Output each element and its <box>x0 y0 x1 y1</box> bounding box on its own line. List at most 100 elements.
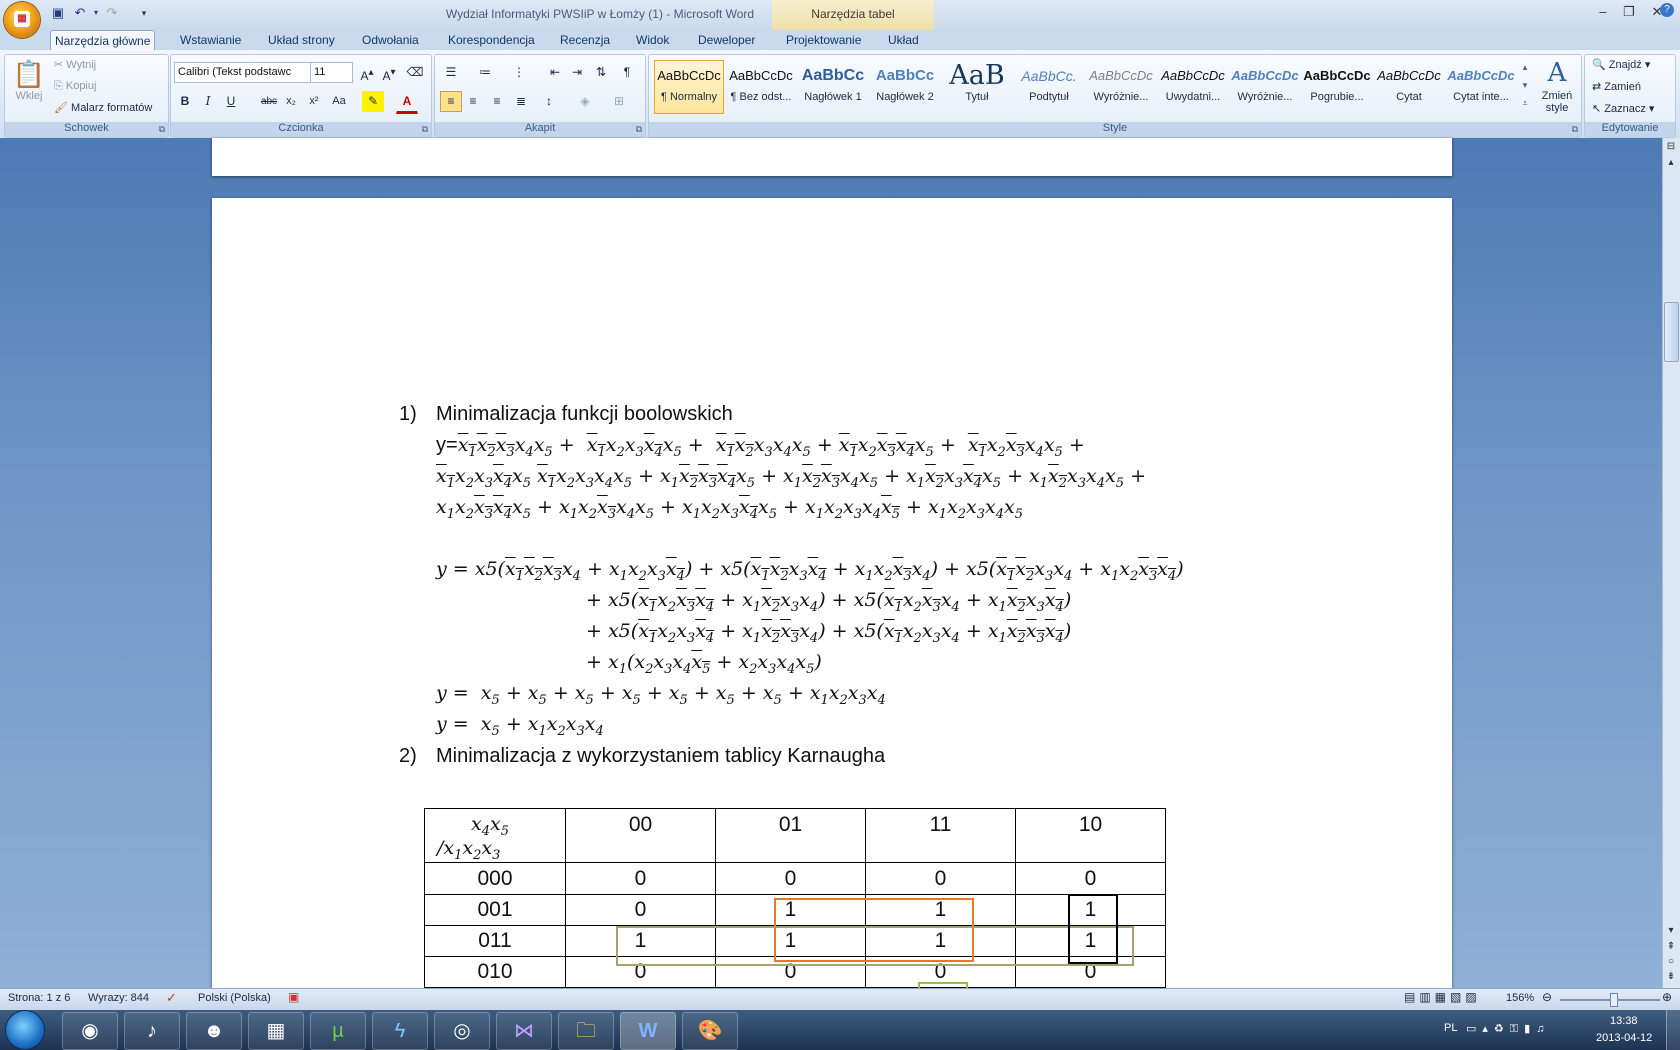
tab-home[interactable]: Narzędzia główne <box>50 30 156 51</box>
font-color-icon[interactable]: A <box>396 91 418 114</box>
grow-font-icon[interactable]: A▴ <box>356 62 378 83</box>
clear-format-icon[interactable]: ⌫ <box>404 62 426 83</box>
style-heading-2[interactable]: AaBbCc Nagłówek 2 <box>870 60 940 114</box>
zoom-out-icon[interactable]: ⊖ <box>1542 990 1552 1004</box>
font-size-combo[interactable]: 11 <box>310 62 353 83</box>
style-subtitle[interactable]: AaBbCc. Podtytuł <box>1014 60 1084 114</box>
scroll-thumb[interactable] <box>1664 302 1679 362</box>
word-count[interactable]: Wyrazy: 844 <box>88 992 149 1004</box>
tray-icons[interactable]: ▭▴♻⚿▮♫ <box>1466 1022 1550 1036</box>
select-button[interactable]: ↖ Zaznacz ▾ <box>1592 99 1654 119</box>
align-left-icon[interactable]: ≡ <box>440 91 462 112</box>
find-button[interactable]: 🔍 Znajdź ▾ <box>1592 55 1650 75</box>
style-subtle-emphasis[interactable]: AaBbCcDc Wyróżnie... <box>1086 60 1156 114</box>
tab-view[interactable]: Widok <box>632 30 673 50</box>
zoom-level[interactable]: 156% <box>1506 992 1534 1004</box>
change-styles-button[interactable]: A Zmień style <box>1538 56 1576 114</box>
styles-gallery-scroll[interactable]: ▴ ▾ ⩡ <box>1518 58 1532 112</box>
numbering-icon[interactable]: ≔ <box>474 62 496 83</box>
explorer-icon[interactable]: 🗀 <box>558 1012 614 1050</box>
media-player-icon[interactable]: ◎ <box>434 1012 490 1050</box>
zoom-slider-thumb[interactable] <box>1610 993 1618 1007</box>
highlight-icon[interactable]: ✎ <box>362 91 384 112</box>
tab-layout[interactable]: Układ <box>884 30 923 50</box>
minimize-button[interactable]: – <box>1590 2 1616 22</box>
language-bar[interactable]: PL <box>1444 1022 1457 1034</box>
clock-time[interactable]: 13:38 <box>1610 1015 1638 1027</box>
tab-insert[interactable]: Wstawianie <box>176 30 245 50</box>
word-icon[interactable]: W <box>620 1012 676 1050</box>
sort-icon[interactable]: ⇅ <box>590 62 612 83</box>
decrease-indent-icon[interactable]: ⇤ <box>544 62 566 83</box>
zoom-in-icon[interactable]: ⊕ <box>1662 990 1672 1004</box>
paint-icon[interactable]: 🎨 <box>682 1012 738 1050</box>
replace-button[interactable]: ⇄ Zamień <box>1592 77 1641 97</box>
proofing-icon[interactable]: ✓ <box>166 990 177 1006</box>
bullets-icon[interactable]: ☰ <box>440 62 462 83</box>
change-case-icon[interactable]: Aa <box>328 91 350 112</box>
winamp-icon[interactable]: ♪ <box>124 1012 180 1050</box>
start-button[interactable] <box>6 1011 44 1049</box>
style-normal[interactable]: AaBbCcDc ¶ Normalny <box>654 60 724 114</box>
maximize-button[interactable]: ❐ <box>1616 2 1642 22</box>
clock-date[interactable]: 2013-04-12 <box>1596 1032 1652 1044</box>
copy-button[interactable]: ⎘ Kopiuj <box>54 76 96 96</box>
dialog-launcher-icon[interactable]: ⧉ <box>422 124 428 135</box>
scroll-up-icon[interactable]: ▴ <box>1664 156 1678 170</box>
increase-indent-icon[interactable]: ⇥ <box>566 62 588 83</box>
tab-design[interactable]: Projektowanie <box>782 30 865 50</box>
style-quote[interactable]: AaBbCcDc Cytat <box>1374 60 1444 114</box>
paste-button[interactable]: 📋 Wklej <box>12 58 46 102</box>
visual-studio-icon[interactable]: ⋈ <box>496 1012 552 1050</box>
tab-developer[interactable]: Deweloper <box>694 30 759 50</box>
superscript-icon[interactable]: x² <box>303 91 325 112</box>
page-count[interactable]: Strona: 1 z 6 <box>8 992 70 1004</box>
utorrent-icon[interactable]: µ <box>310 1012 366 1050</box>
macro-record-icon[interactable]: ▣ <box>288 990 299 1004</box>
justify-icon[interactable]: ≣ <box>510 91 532 112</box>
ruler-toggle-icon[interactable]: ⊟ <box>1664 140 1678 154</box>
scroll-down-icon[interactable]: ▾ <box>1664 924 1678 938</box>
style-intense-emphasis[interactable]: AaBbCcDc Wyróżnie... <box>1230 60 1300 114</box>
alien-app-icon[interactable]: ☻ <box>186 1012 242 1050</box>
font-name-combo[interactable]: Calibri (Tekst podstawc <box>174 62 311 83</box>
previous-page-icon[interactable]: ⇞ <box>1664 940 1678 954</box>
format-painter-button[interactable]: 🖌 Malarz formatów <box>54 98 152 118</box>
style-no-spacing[interactable]: AaBbCcDc ¶ Bez odst... <box>726 60 796 114</box>
shrink-font-icon[interactable]: A▾ <box>378 62 400 83</box>
tab-page-layout[interactable]: Układ strony <box>264 30 339 50</box>
strikethrough-icon[interactable]: abc <box>258 91 280 112</box>
style-intense-quote[interactable]: AaBbCcDc Cytat inte... <box>1446 60 1516 114</box>
style-emphasis[interactable]: AaBbCcDc Uwydatni... <box>1158 60 1228 114</box>
calculator-icon[interactable]: ▦ <box>248 1012 304 1050</box>
help-icon[interactable]: ? <box>1660 3 1674 17</box>
multilevel-list-icon[interactable]: ⋮ <box>508 62 530 83</box>
view-buttons[interactable]: ▤▥▦▧▨ <box>1404 990 1481 1004</box>
tab-mailings[interactable]: Korespondencja <box>444 30 539 50</box>
tab-review[interactable]: Recenzja <box>556 30 614 50</box>
office-button[interactable]: ▦ <box>4 2 40 38</box>
bold-icon[interactable]: B <box>174 91 196 112</box>
dialog-launcher-icon[interactable]: ⧉ <box>636 124 642 135</box>
cut-button[interactable]: ✂ Wytnij <box>54 55 96 75</box>
browse-object-icon[interactable]: ○ <box>1664 955 1678 969</box>
style-title[interactable]: AaB Tytuł <box>942 60 1012 114</box>
shading-icon[interactable]: ◈ <box>574 91 596 112</box>
lightning-app-icon[interactable]: ϟ <box>372 1012 428 1050</box>
style-heading-1[interactable]: AaBbCc Nagłówek 1 <box>798 60 868 114</box>
pilcrow-icon[interactable]: ¶ <box>616 62 638 83</box>
tab-references[interactable]: Odwołania <box>358 30 423 50</box>
underline-icon[interactable]: U <box>220 91 242 112</box>
language-indicator[interactable]: Polski (Polska) <box>198 992 271 1004</box>
vertical-scrollbar[interactable] <box>1662 138 1680 988</box>
line-spacing-icon[interactable]: ↕ <box>538 91 560 112</box>
align-right-icon[interactable]: ≡ <box>486 91 508 112</box>
dialog-launcher-icon[interactable]: ⧉ <box>159 124 165 135</box>
borders-icon[interactable]: ⊞ <box>608 91 630 112</box>
subscript-icon[interactable]: x₂ <box>280 91 302 112</box>
chrome-icon[interactable]: ◉ <box>62 1012 118 1050</box>
style-strong[interactable]: AaBbCcDc Pogrubie... <box>1302 60 1372 114</box>
show-desktop-button[interactable] <box>1666 1010 1680 1050</box>
next-page-icon[interactable]: ⇟ <box>1664 970 1678 984</box>
dialog-launcher-icon[interactable]: ⧉ <box>1572 124 1578 135</box>
